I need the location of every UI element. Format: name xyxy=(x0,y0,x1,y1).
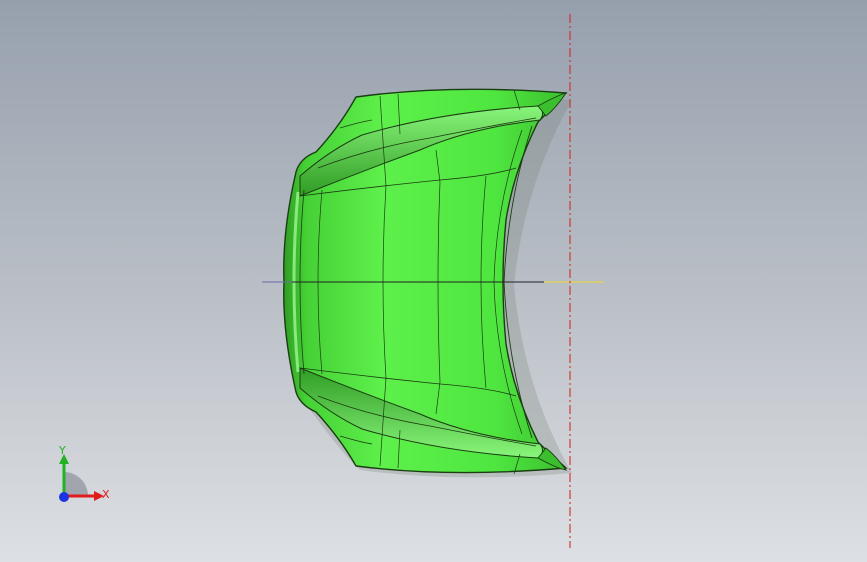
triad-xy-plane xyxy=(64,472,88,496)
coordinate-triad[interactable]: Y X xyxy=(58,444,110,502)
x-axis-label: X xyxy=(102,488,110,501)
graphics-viewport[interactable]: Y X xyxy=(0,0,867,562)
y-axis-label: Y xyxy=(58,444,66,457)
model-canvas[interactable]: Y X xyxy=(0,0,867,562)
z-axis-dot-icon xyxy=(59,492,69,502)
